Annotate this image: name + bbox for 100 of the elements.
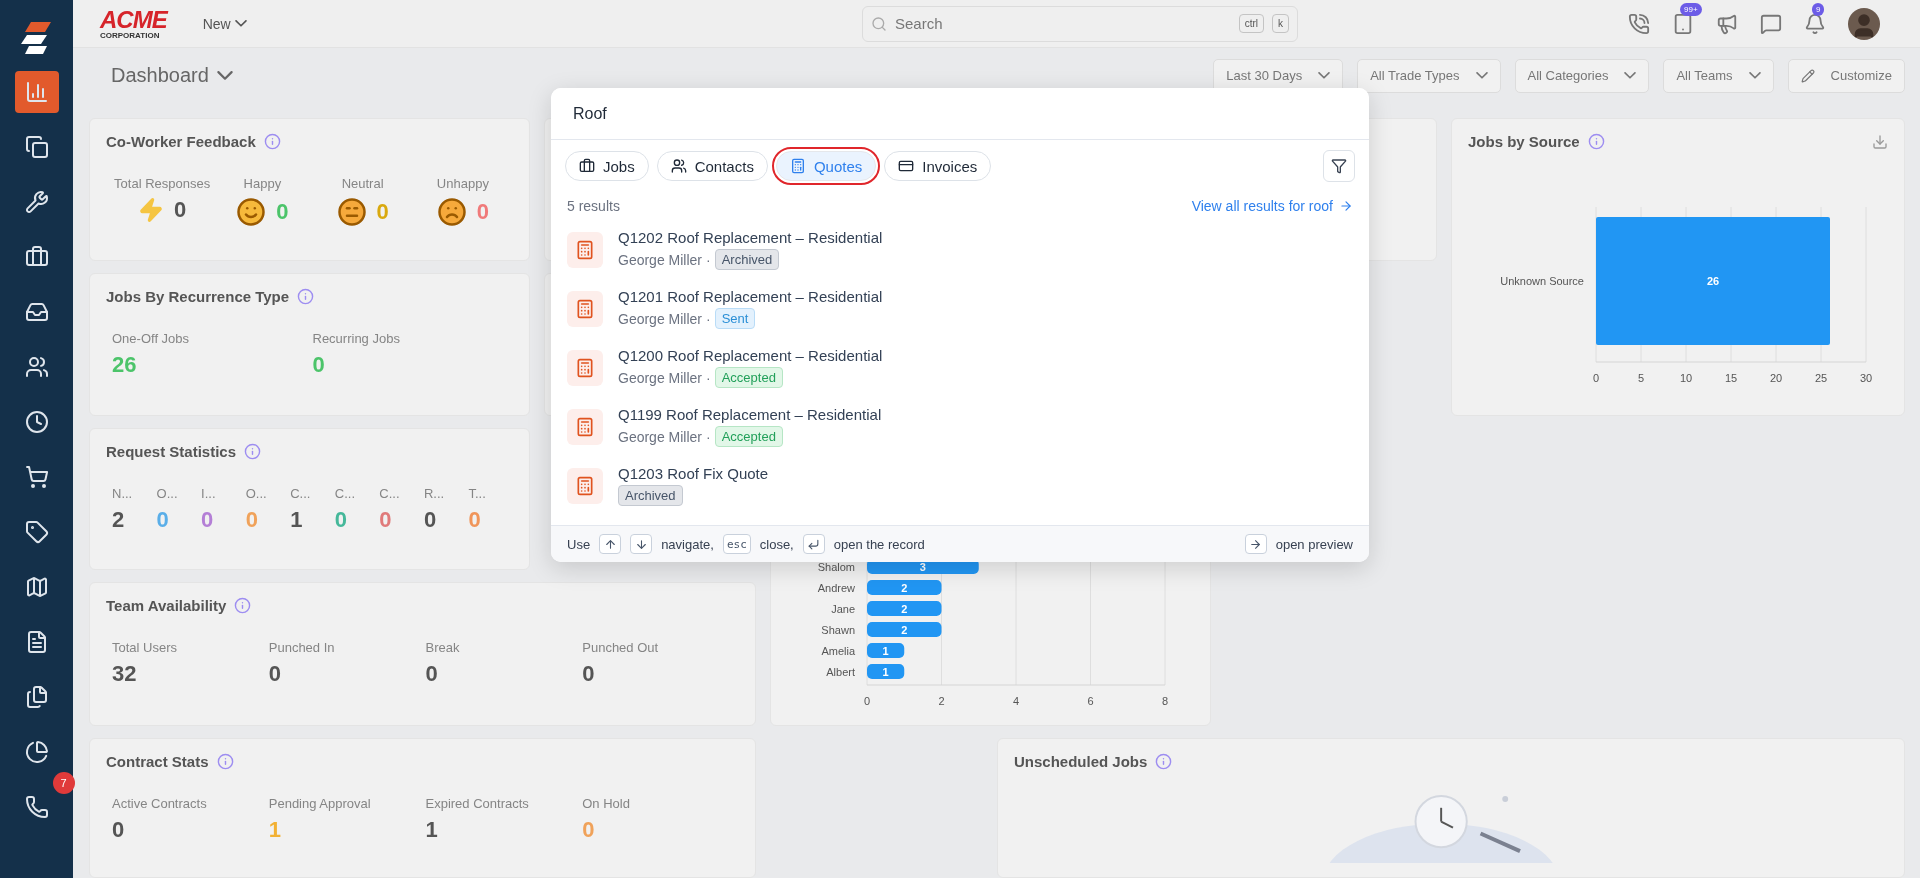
bar-value-label: 1 [882, 665, 889, 678]
clock-icon [24, 410, 49, 434]
tick-label: 6 [1087, 695, 1094, 707]
separator-dot: · [706, 251, 711, 268]
search-icon [871, 15, 887, 32]
chat-icon[interactable] [1760, 12, 1782, 35]
metric-label: One-Off Jobs [112, 331, 190, 346]
calculator-icon [567, 467, 603, 504]
esc-key: esc [722, 534, 751, 554]
card-title: Unscheduled Jobs [1014, 753, 1148, 770]
chevron-down-icon [1748, 72, 1761, 80]
info-icon [297, 288, 315, 305]
tablet-icon[interactable] [1672, 12, 1694, 35]
axis-label: Amelia [821, 644, 855, 657]
filter-dropdown[interactable]: All Teams [1663, 58, 1774, 93]
pencil-icon [1800, 68, 1815, 83]
metric-label: Neutral [341, 176, 384, 191]
search-result[interactable]: Q1199 Roof Replacement – Residential George Miller · Accepted [551, 397, 1369, 456]
shortcut-key: k [1272, 14, 1289, 34]
bar-chart-icon [24, 80, 49, 104]
metric-value: 0 [201, 507, 214, 533]
hint-text: open the record [833, 536, 925, 552]
filter-tab[interactable]: Contacts [656, 151, 768, 181]
bar-value-label: 3 [919, 560, 926, 573]
search-result[interactable]: Q1200 Roof Replacement – Residential George Miller · Accepted [551, 338, 1369, 397]
metric-value: 0 [268, 661, 281, 687]
wrench-icon [24, 190, 49, 214]
metric-label: I... [201, 486, 216, 501]
metric-value: 0 [245, 507, 258, 533]
result-owner: George Miller [618, 310, 703, 327]
shortcut-key: ctrl [1238, 14, 1264, 34]
result-owner: George Miller [618, 251, 703, 268]
chevron-down-icon [1624, 72, 1637, 80]
info-icon [1155, 753, 1173, 770]
copy-icon [24, 135, 49, 159]
filter-dropdown[interactable]: All Categories [1514, 58, 1650, 93]
search-input[interactable]: Roof [551, 88, 1369, 140]
enter-key-icon [802, 534, 825, 554]
metric-value: 0 [425, 661, 438, 687]
hint-text: open preview [1275, 536, 1353, 552]
metric-value: 0 [379, 507, 392, 533]
info-icon [263, 133, 281, 150]
calculator-icon [567, 349, 603, 386]
axis-label: Jane [831, 602, 855, 615]
status-tag: Sent [714, 308, 756, 329]
sidebar-item[interactable] [14, 71, 59, 113]
notification-badge: 7 [52, 772, 75, 794]
result-title: Q1199 Roof Replacement – Residential [618, 406, 882, 423]
separator-dot: · [706, 369, 711, 386]
metric-value: 1 [425, 817, 438, 843]
calculator-icon [567, 231, 603, 268]
hint-text: close, [759, 536, 794, 552]
separator-dot: · [706, 428, 711, 445]
users-icon [24, 355, 49, 379]
bell-icon[interactable] [1804, 12, 1826, 35]
view-all-link[interactable]: View all results for roof [1191, 198, 1353, 214]
frown-icon [436, 197, 467, 227]
metric-value: 0 [174, 197, 187, 223]
tick-label: 20 [1769, 372, 1783, 384]
metric-value: 0 [423, 507, 437, 533]
avatar[interactable] [1848, 7, 1880, 40]
metric-label: C... [379, 486, 400, 501]
filter-settings-button[interactable] [1323, 150, 1355, 182]
search-result[interactable]: Q1203 Roof Fix Quote Archived [551, 456, 1369, 515]
filter-tab[interactable]: Jobs [565, 151, 649, 181]
card-title: Request Statistics [106, 443, 237, 460]
info-icon [244, 443, 262, 460]
briefcase-icon [24, 245, 49, 269]
info-icon [216, 753, 234, 770]
calculator-icon [567, 290, 603, 327]
status-tag: Archived [618, 485, 683, 506]
search-result[interactable]: Q1201 Roof Replacement – Residential George Miller · Sent [551, 279, 1369, 338]
bar-value-label: 26 [1706, 275, 1720, 287]
metric-label: Total Responses [114, 176, 211, 191]
tick-label: 5 [1637, 372, 1645, 384]
card-title: Contract Stats [106, 753, 209, 770]
card-title: Jobs by Source [1468, 133, 1580, 150]
metric-value: 0 [276, 199, 289, 225]
dashboard-selector[interactable]: Dashboard [105, 63, 239, 89]
metric-label: Punched Out [582, 640, 659, 655]
filter-dropdown[interactable]: All Trade Types [1357, 58, 1501, 93]
metric-value: 0 [312, 352, 325, 378]
phone-call-icon[interactable] [1628, 12, 1650, 35]
tick-label: 2 [938, 695, 945, 707]
tick-label: 0 [863, 695, 871, 707]
megaphone-icon[interactable] [1716, 12, 1738, 35]
customize-button[interactable]: Customize [1787, 58, 1905, 93]
metric-label: Unhappy [436, 176, 489, 191]
search-field[interactable]: Search ctrl k [862, 5, 1298, 42]
filter-tab[interactable]: Invoices [884, 151, 992, 181]
new-menu-button[interactable]: New [196, 14, 253, 33]
metric-value: 0 [582, 817, 595, 843]
search-result[interactable]: Q1202 Roof Replacement – Residential George Miller · Archived [551, 220, 1369, 279]
metric-label: Expired Contracts [425, 796, 529, 811]
metric-label: N... [112, 486, 133, 501]
metric-value: 0 [112, 817, 125, 843]
tick-label: 30 [1859, 372, 1873, 384]
bar-value-label: 2 [901, 602, 908, 615]
metric-label: Break [425, 640, 460, 655]
calculator-icon [567, 408, 603, 445]
